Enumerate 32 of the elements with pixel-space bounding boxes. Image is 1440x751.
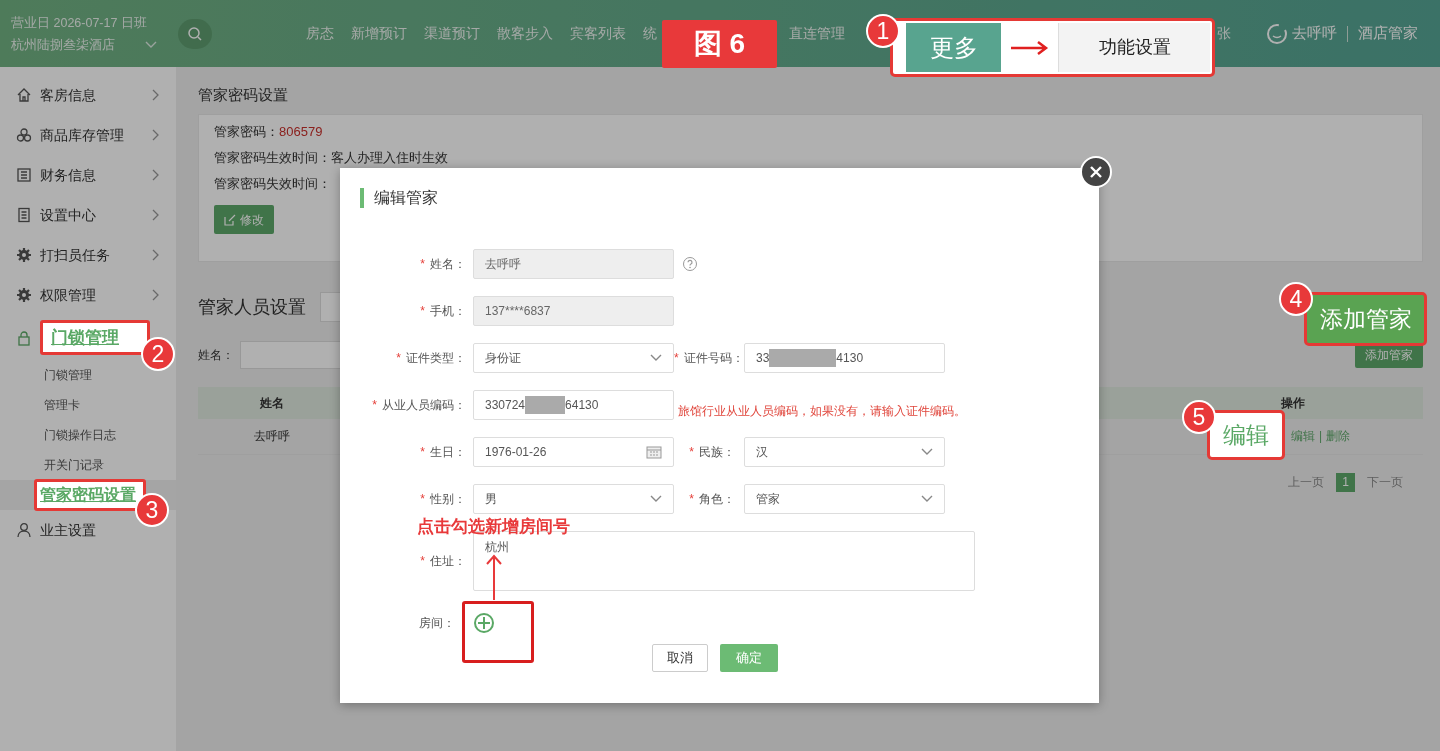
field-label: * 证件号码：	[674, 350, 744, 367]
section-title: 管家人员设置	[198, 295, 306, 319]
page-title: 管家密码设置	[198, 85, 289, 105]
callout-label: 添加管家	[1304, 292, 1427, 346]
field-label: * 民族：	[688, 444, 736, 461]
field-label: 管家密码：	[214, 124, 279, 139]
search-label: 姓名：	[198, 347, 234, 364]
menu-item-label: 功能设置	[1058, 23, 1210, 72]
field-label: * 性别：	[419, 491, 467, 508]
field-label: * 住址：	[419, 553, 467, 570]
callout-label: 编辑	[1207, 410, 1285, 460]
field-label: * 证件类型：	[395, 350, 467, 367]
menu-label: 更多	[906, 23, 1001, 72]
field-value: 806579	[279, 124, 323, 139]
product-name: 酒店管家	[1358, 23, 1418, 44]
field-label: 管家密码生效时间：	[214, 150, 331, 165]
field-label: 管家密码失效时间：	[214, 176, 331, 191]
field-label: * 姓名：	[419, 256, 467, 273]
business-day-text: 营业日 2026-07-17 日班	[11, 14, 148, 32]
field-label: * 生日：	[419, 444, 467, 461]
separator-text: |	[1319, 429, 1323, 444]
field-value: 客人办理入住时生效	[331, 150, 448, 165]
field-label: 房间：	[418, 615, 456, 632]
step-number-badge: 4	[1279, 282, 1313, 316]
hotel-name: 杭州陆捌叁柒酒店	[11, 36, 115, 54]
figure-label: 图 6	[662, 20, 777, 68]
field-label: * 角色：	[688, 491, 736, 508]
field-label: * 手机：	[419, 303, 467, 320]
field-label: * 从业人员编码：	[371, 397, 467, 414]
logo-text: 去呼呼	[1292, 23, 1337, 44]
hint-text: 旅馆行业从业人员编码，如果没有，请输入证件编码。	[678, 403, 966, 420]
modal-title: 编辑管家	[374, 188, 438, 208]
